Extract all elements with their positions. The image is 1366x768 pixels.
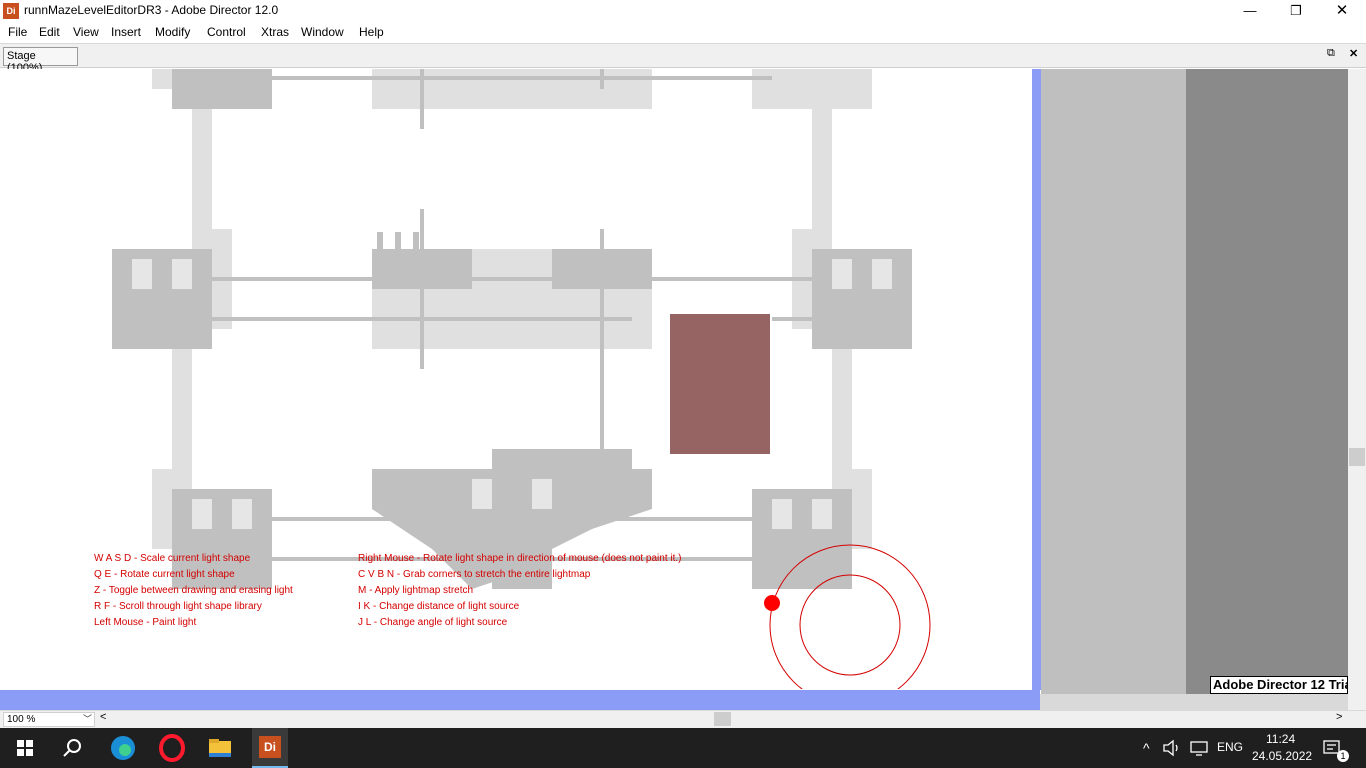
clock-date[interactable]: 24.05.2022 <box>1252 749 1312 763</box>
stage-canvas[interactable]: W A S D - Scale current light shape Q E … <box>0 69 1032 689</box>
offstage-area-bottom <box>1040 694 1348 710</box>
menu-edit[interactable]: Edit <box>39 25 60 39</box>
menu-help[interactable]: Help <box>359 25 384 39</box>
director-taskbar-icon: Di <box>259 736 281 758</box>
taskbar-director-item[interactable]: Di <box>252 728 288 768</box>
brown-block <box>670 314 770 454</box>
instruction-right-2: C V B N - Grab corners to stretch the en… <box>358 569 591 580</box>
instruction-left-5: Left Mouse - Paint light <box>94 617 197 628</box>
file-explorer-icon[interactable] <box>205 733 235 763</box>
chevron-down-icon[interactable]: ﹀ <box>83 712 92 725</box>
edge-browser-icon[interactable] <box>108 733 138 763</box>
panel-close-icon[interactable]: ✕ <box>1349 47 1358 60</box>
instruction-left-1: W A S D - Scale current light shape <box>94 553 251 564</box>
windows-taskbar: Di ^ ENG 11:24 24.05.2022 1 <box>0 728 1366 768</box>
maze-level-drawing <box>112 69 931 689</box>
scroll-right-icon[interactable]: > <box>1336 711 1342 723</box>
menu-insert[interactable]: Insert <box>111 25 141 39</box>
status-bar <box>0 710 1366 728</box>
instruction-right-3: M - Apply lightmap stretch <box>358 585 474 596</box>
menu-control[interactable]: Control <box>207 25 246 39</box>
instruction-left-4: R F - Scroll through light shape library <box>94 601 262 612</box>
window-title: runnMazeLevelEditorDR3 - Adobe Director … <box>24 3 279 17</box>
vertical-scrollbar[interactable] <box>1348 69 1366 710</box>
offstage-area-light <box>1041 69 1186 694</box>
clock-time[interactable]: 11:24 <box>1266 732 1295 746</box>
opera-browser-icon[interactable] <box>157 733 187 763</box>
menu-xtras[interactable]: Xtras <box>261 25 289 39</box>
director-app-icon: Di <box>3 3 19 19</box>
language-indicator[interactable]: ENG <box>1217 740 1243 754</box>
windows-start-icon[interactable] <box>10 733 40 763</box>
menu-view[interactable]: View <box>73 25 99 39</box>
instruction-left-2: Q E - Rotate current light shape <box>94 569 235 580</box>
instruction-right-1: Right Mouse - Rotate light shape in dire… <box>358 553 682 564</box>
network-icon[interactable] <box>1188 736 1212 760</box>
tab-stage[interactable]: Stage (100%) <box>3 47 78 74</box>
minimize-button[interactable]: — <box>1227 0 1273 22</box>
volume-icon[interactable] <box>1160 736 1184 760</box>
search-icon[interactable] <box>57 733 87 763</box>
zoom-select[interactable]: 100 % <box>3 712 95 727</box>
stage-tab-bar: Stage (100%) ⧉ ✕ <box>0 43 1366 74</box>
stage-edge-bottom <box>0 690 1040 710</box>
offstage-area-dark <box>1186 69 1348 694</box>
close-button[interactable]: ✕ <box>1319 0 1365 22</box>
menu-window[interactable]: Window <box>301 25 344 39</box>
instruction-left-3: Z - Toggle between drawing and erasing l… <box>94 585 293 596</box>
maximize-button[interactable]: ❐ <box>1273 0 1319 22</box>
trial-watermark: Adobe Director 12 Trial <box>1210 676 1348 694</box>
menu-file[interactable]: File <box>8 25 27 39</box>
panel-restore-icon[interactable]: ⧉ <box>1327 47 1335 60</box>
menu-modify[interactable]: Modify <box>155 25 190 39</box>
chevron-up-icon[interactable]: ^ <box>1143 740 1150 756</box>
scroll-left-icon[interactable]: < <box>100 711 106 723</box>
horizontal-scroll-thumb[interactable] <box>714 712 731 726</box>
notification-badge: 1 <box>1337 750 1349 762</box>
menu-bar: File Edit View Insert Modify Control Xtr… <box>0 22 1366 43</box>
light-source-handle[interactable] <box>764 595 780 611</box>
instruction-right-5: J L - Change angle of light source <box>358 617 508 628</box>
stage-edge-right <box>1032 69 1041 690</box>
vertical-scroll-thumb[interactable] <box>1349 448 1365 466</box>
instruction-right-4: I K - Change distance of light source <box>358 601 520 612</box>
light-inner-circle <box>799 574 901 676</box>
title-bar: Di runnMazeLevelEditorDR3 - Adobe Direct… <box>0 0 1366 22</box>
